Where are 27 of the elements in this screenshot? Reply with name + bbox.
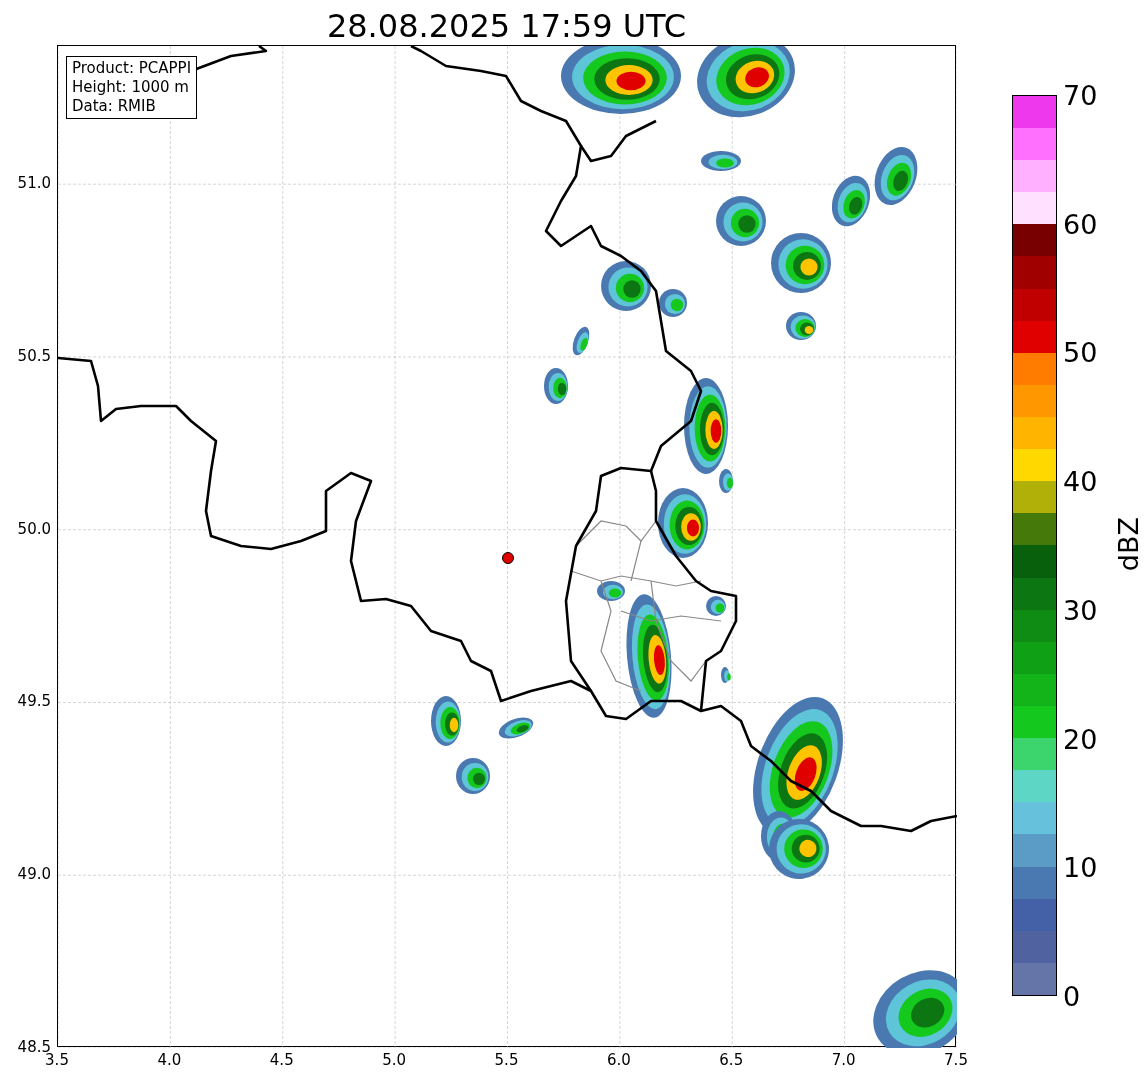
colorbar-tick-label: 40 xyxy=(1063,465,1098,497)
colorbar-tick-label: 10 xyxy=(1063,851,1098,883)
axis-tick-label: 6.0 xyxy=(606,1051,631,1069)
colorbar-tick-label: 0 xyxy=(1063,980,1081,1012)
axis-tick-label: 51.0 xyxy=(17,174,51,193)
colorbar-tick-label: 60 xyxy=(1063,208,1098,240)
info-line: Height: 1000 m xyxy=(72,78,190,97)
axis-tick-label: 5.0 xyxy=(382,1051,407,1069)
chart-title: 28.08.2025 17:59 UTC xyxy=(325,6,688,45)
axis-tick-label: 7.0 xyxy=(831,1051,856,1069)
radar-site-marker xyxy=(502,552,514,564)
axis-tick-label: 5.5 xyxy=(494,1051,519,1069)
info-line: Data: RMIB xyxy=(72,97,157,116)
colorbar-tick-label: 30 xyxy=(1063,594,1098,626)
info-line: Product: PCAPPI xyxy=(72,59,192,78)
axis-tick-label: 49.0 xyxy=(17,865,51,884)
colorbar-tick-label: 20 xyxy=(1063,723,1098,755)
axis-tick-label: 4.5 xyxy=(269,1051,294,1069)
axis-tick-label: 4.0 xyxy=(157,1051,182,1069)
axis-tick-label: 49.5 xyxy=(17,692,51,711)
axis-tick-label: 50.5 xyxy=(17,346,51,365)
axis-tick-label: 6.5 xyxy=(719,1051,744,1069)
axis-tick-label: 7.5 xyxy=(944,1051,968,1069)
axis-tick-label: 50.0 xyxy=(17,519,51,538)
colorbar-tick-label: 70 xyxy=(1063,79,1098,111)
colorbar-tick-label: 50 xyxy=(1063,336,1098,368)
colorbar-label: dBZ xyxy=(1113,517,1144,572)
